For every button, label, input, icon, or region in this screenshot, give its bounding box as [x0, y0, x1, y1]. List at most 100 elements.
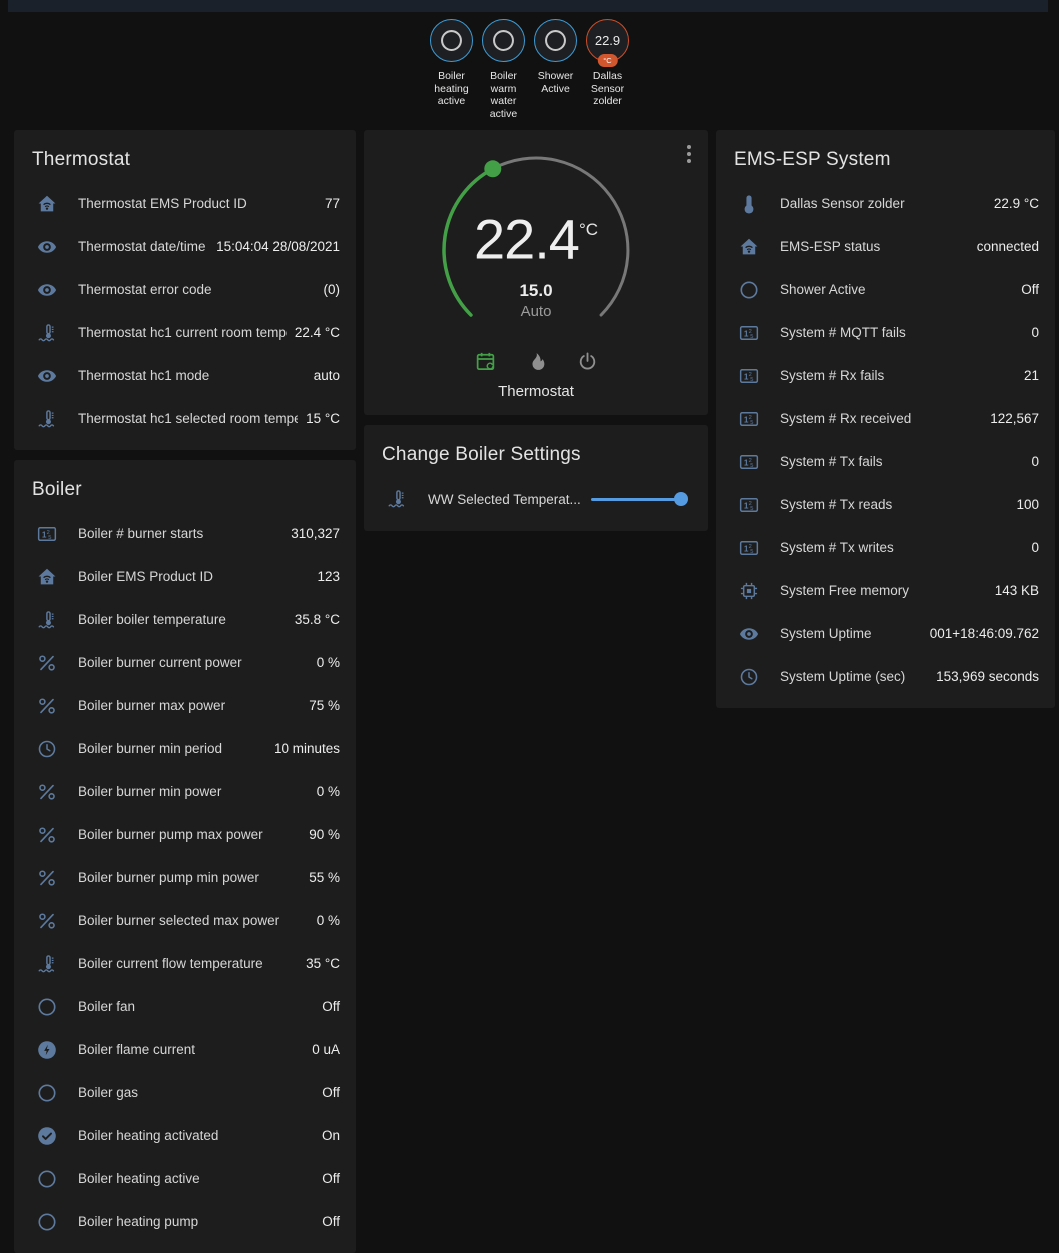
entity-row-boiler-burner-pump-min-power[interactable]: Boiler burner pump min power55 %	[14, 856, 356, 899]
svg-text:5: 5	[750, 333, 753, 339]
entity-value: 0 uA	[304, 1042, 356, 1057]
entity-value: 0 %	[309, 655, 356, 670]
entity-value: Off	[1013, 282, 1055, 297]
entity-row-boiler-gas[interactable]: Boiler gasOff	[14, 1071, 356, 1114]
entity-row-system-free-memory[interactable]: System Free memory143 KB	[716, 569, 1055, 612]
entity-row-system-tx-fails[interactable]: 125System # Tx fails0	[716, 440, 1055, 483]
entity-value: 22.4 °C	[287, 325, 356, 340]
entity-row-system-uptime[interactable]: System Uptime001+18:46:09.762	[716, 612, 1055, 655]
current-temperature: 22.4°C	[364, 206, 708, 268]
entity-row-boiler-burner-pump-max-power[interactable]: Boiler burner pump max power90 %	[14, 813, 356, 856]
entity-row-boiler-heating-activated[interactable]: Boiler heating activatedOn	[14, 1114, 356, 1157]
hvac-mode-heat-button[interactable]	[523, 348, 550, 375]
entity-row-boiler-burner-current-power[interactable]: Boiler burner current power0 %	[14, 641, 356, 684]
entity-row-boiler-burner-min-power[interactable]: Boiler burner min power0 %	[14, 770, 356, 813]
entity-row-boiler-burner-min-period[interactable]: Boiler burner min period10 minutes	[14, 727, 356, 770]
hvac-mode-off-button[interactable]	[574, 348, 601, 375]
entity-row-system-mqtt-fails[interactable]: 125System # MQTT fails0	[716, 311, 1055, 354]
entity-label: System # Tx reads	[780, 497, 1008, 512]
thermometer-water-icon	[32, 408, 62, 430]
entity-row-boiler-flame-current[interactable]: Boiler flame current0 uA	[14, 1028, 356, 1071]
entity-label: Boiler gas	[78, 1085, 314, 1100]
entity-row-system-rx-fails[interactable]: 125System # Rx fails21	[716, 354, 1055, 397]
entity-value: 0	[1023, 454, 1055, 469]
badge-boiler-warm-water-active[interactable]: Boiler warm water active	[479, 19, 529, 120]
entity-row-boiler-fan[interactable]: Boiler fanOff	[14, 985, 356, 1028]
entity-value: Off	[314, 999, 356, 1014]
entity-value: 75 %	[301, 698, 356, 713]
entity-value: 0	[1023, 540, 1055, 555]
thermostat-card: Thermostat Thermostat EMS Product ID77Th…	[14, 130, 356, 450]
counter-icon: 125	[734, 408, 764, 430]
card-title-boiler: Boiler	[14, 460, 356, 512]
entity-row-boiler-heating-active[interactable]: Boiler heating activeOff	[14, 1157, 356, 1200]
entity-value: 55 %	[301, 870, 356, 885]
circle-outline-icon	[490, 27, 517, 54]
entity-value: 0 %	[309, 913, 356, 928]
boiler-entity-list: 125Boiler # burner starts310,327Boiler E…	[14, 512, 356, 1253]
counter-icon: 125	[734, 322, 764, 344]
entity-row-boiler-burner-selected-max-power[interactable]: Boiler burner selected max power0 %	[14, 899, 356, 942]
badge-row: Boiler heating activeBoiler warm water a…	[0, 19, 1059, 120]
ww-temperature-slider[interactable]	[591, 498, 681, 501]
entity-label: Boiler burner pump max power	[78, 827, 301, 842]
entity-row-thermostat-ems-product-id[interactable]: Thermostat EMS Product ID77	[14, 182, 356, 225]
circle-outline-icon	[32, 996, 62, 1018]
badge-boiler-heating-active[interactable]: Boiler heating active	[427, 19, 477, 120]
badge-label: Boiler heating active	[427, 70, 477, 108]
entity-row-system-uptime-sec[interactable]: System Uptime (sec)153,969 seconds	[716, 655, 1055, 698]
entity-row-thermostat-date-time[interactable]: Thermostat date/time15:04:04 28/08/2021	[14, 225, 356, 268]
circle-outline-icon	[438, 27, 465, 54]
dashboard-grid: Thermostat Thermostat EMS Product ID77Th…	[14, 130, 1055, 1253]
entity-value: 100	[1008, 497, 1055, 512]
entity-row-boiler-boiler-temperature[interactable]: Boiler boiler temperature35.8 °C	[14, 598, 356, 641]
hvac-mode-auto-button[interactable]	[472, 348, 499, 375]
slider-handle[interactable]	[674, 492, 688, 506]
entity-row-boiler-current-flow-temperature[interactable]: Boiler current flow temperature35 °C	[14, 942, 356, 985]
ems-esp-card: EMS-ESP System Dallas Sensor zolder22.9 …	[716, 130, 1055, 708]
badge-circle	[534, 19, 577, 62]
entity-row-boiler-ems-product-id[interactable]: Boiler EMS Product ID123	[14, 555, 356, 598]
badge-value: 22.9	[595, 33, 620, 48]
entity-row-ems-esp-status[interactable]: EMS-ESP statusconnected	[716, 225, 1055, 268]
entity-row-boiler-burner-starts[interactable]: 125Boiler # burner starts310,327	[14, 512, 356, 555]
entity-row-thermostat-error-code[interactable]: Thermostat error code(0)	[14, 268, 356, 311]
entity-row-boiler-heating-pump[interactable]: Boiler heating pumpOff	[14, 1200, 356, 1243]
entity-value: auto	[306, 368, 356, 383]
entity-row-system-tx-reads[interactable]: 125 System # Tx reads100	[716, 483, 1055, 526]
badge-shower-active[interactable]: Shower Active	[531, 19, 581, 120]
svg-text:5: 5	[750, 376, 753, 382]
entity-label: System # MQTT fails	[780, 325, 1023, 340]
circle-outline-icon	[32, 1168, 62, 1190]
entity-label: Boiler burner pump min power	[78, 870, 301, 885]
entity-label: System Free memory	[780, 583, 987, 598]
kebab-menu-icon[interactable]	[684, 142, 694, 166]
entity-label: Boiler heating active	[78, 1171, 314, 1186]
entity-row-system-rx-received[interactable]: 125System # Rx received122,567	[716, 397, 1055, 440]
entity-row-thermostat-hc1-mode[interactable]: Thermostat hc1 modeauto	[14, 354, 356, 397]
counter-icon: 125	[734, 494, 764, 516]
entity-row-boiler-burner-max-power[interactable]: Boiler burner max power75 %	[14, 684, 356, 727]
entity-row-shower-active[interactable]: Shower ActiveOff	[716, 268, 1055, 311]
ww-selected-temperature-row[interactable]: WW Selected Temperat...	[364, 477, 708, 521]
entity-label: WW Selected Temperat...	[428, 492, 591, 507]
eye-icon	[734, 623, 764, 645]
entity-label: Boiler burner min power	[78, 784, 309, 799]
badge-dallas-sensor-zolder[interactable]: 22.9°CDallas Sensor zolder	[583, 19, 633, 120]
flash-circle-icon	[32, 1039, 62, 1061]
entity-row-thermostat-hc1-current-room-temper[interactable]: Thermostat hc1 current room temper...22.…	[14, 311, 356, 354]
badge-label: Shower Active	[531, 70, 581, 95]
entity-value: connected	[969, 239, 1055, 254]
entity-label: Boiler boiler temperature	[78, 612, 287, 627]
entity-value: 122,567	[982, 411, 1055, 426]
entity-value: Off	[314, 1085, 356, 1100]
entity-row-thermostat-hc1-selected-room-temper[interactable]: Thermostat hc1 selected room temper...15…	[14, 397, 356, 440]
eye-icon	[32, 236, 62, 258]
entity-label: Boiler current flow temperature	[78, 956, 298, 971]
entity-value: 001+18:46:09.762	[922, 626, 1055, 641]
entity-row-dallas-sensor-zolder[interactable]: Dallas Sensor zolder22.9 °C	[716, 182, 1055, 225]
entity-row-system-tx-writes[interactable]: 125System # Tx writes0	[716, 526, 1055, 569]
card-title-ems-esp: EMS-ESP System	[716, 130, 1055, 182]
chip-icon	[734, 580, 764, 602]
thermostat-dial-card: 22.4°C 15.0 Auto Thermostat	[364, 130, 708, 415]
